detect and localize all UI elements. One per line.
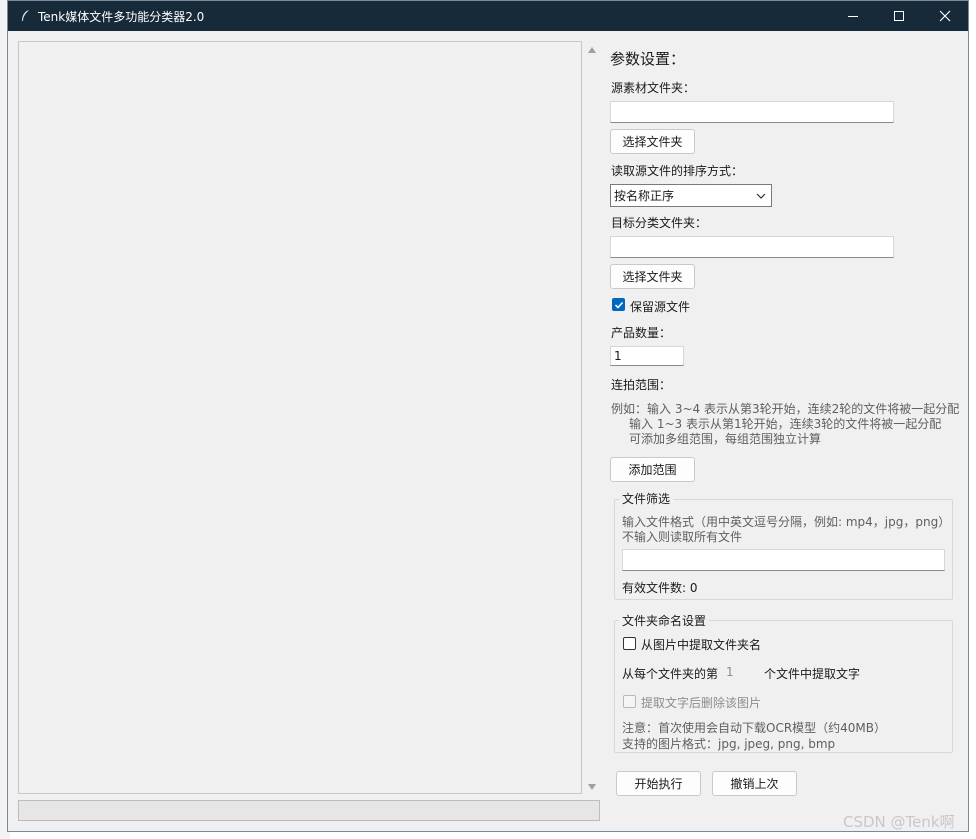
ocr-note-line-2: 支持的图片格式：jpg, jpeg, png, bmp [622,737,836,751]
scroll-up-arrow-icon[interactable] [586,44,598,56]
maximize-icon [894,11,904,21]
choose-source-folder-button[interactable]: 选择文件夹 [610,129,695,154]
burst-range-label: 连拍范围： [611,378,672,392]
file-filter-title: 文件筛选 [619,490,674,507]
choose-target-folder-button[interactable]: 选择文件夹 [610,264,695,289]
params-heading: 参数设置： [610,50,686,68]
delete-after-extract-label[interactable]: 提取文字后删除该图片 [641,694,761,711]
source-folder-input[interactable] [610,101,894,123]
app-window: Tenk媒体文件多功能分类器2.0 参数设置： 源素材文件夹： 选择文件夹 读取… [7,0,969,832]
burst-help-line-3: 可添加多组范围，每组范围独立计算 [629,432,822,446]
delete-after-extract-checkbox[interactable] [623,695,636,708]
valid-file-count: 有效文件数: 0 [622,581,698,595]
progress-bar [18,800,600,821]
file-filter-input[interactable] [622,549,945,571]
nth-file-spinbox[interactable]: 1 [722,662,760,682]
target-folder-input[interactable] [610,236,894,258]
product-count-label: 产品数量： [611,326,672,340]
keep-source-label[interactable]: 保留源文件 [630,298,690,315]
sort-order-selected: 按名称正序 [614,189,675,203]
title-bar: Tenk媒体文件多功能分类器2.0 [8,1,968,31]
maximize-button[interactable] [876,1,922,31]
csdn-watermark: CSDN @Tenk啊 [843,813,955,831]
product-count-input[interactable]: 1 [610,346,684,366]
nth-file-suffix: 个文件中提取文字 [764,667,861,681]
window-title: Tenk媒体文件多功能分类器2.0 [38,10,205,24]
app-feather-icon [20,9,30,23]
keep-source-checkbox[interactable] [612,298,625,311]
add-range-button[interactable]: 添加范围 [610,457,695,482]
file-filter-hint-2: 不输入则读取所有文件 [622,530,743,544]
source-folder-label: 源素材文件夹： [611,81,696,95]
scroll-down-arrow-icon[interactable] [586,781,598,793]
target-folder-label: 目标分类文件夹： [611,216,708,230]
sort-order-select[interactable]: 按名称正序 [610,184,772,207]
minimize-button[interactable] [830,1,876,31]
close-button[interactable] [922,1,968,31]
sort-order-label: 读取源文件的排序方式： [611,164,744,178]
minimize-icon [848,15,858,17]
ocr-note-line-1: 注意：首次使用会自动下载OCR模型（约40MB） [622,721,887,735]
checkmark-icon [614,301,624,309]
undo-button[interactable]: 撤销上次 [712,771,797,796]
close-icon [939,10,951,22]
chevron-down-icon [756,193,766,199]
extract-from-image-label[interactable]: 从图片中提取文件夹名 [641,636,761,653]
nth-file-prefix: 从每个文件夹的第 [622,667,719,681]
extract-from-image-checkbox[interactable] [623,637,636,650]
folder-naming-title: 文件夹命名设置 [619,612,710,629]
start-button[interactable]: 开始执行 [616,771,701,796]
preview-area[interactable] [18,41,582,794]
